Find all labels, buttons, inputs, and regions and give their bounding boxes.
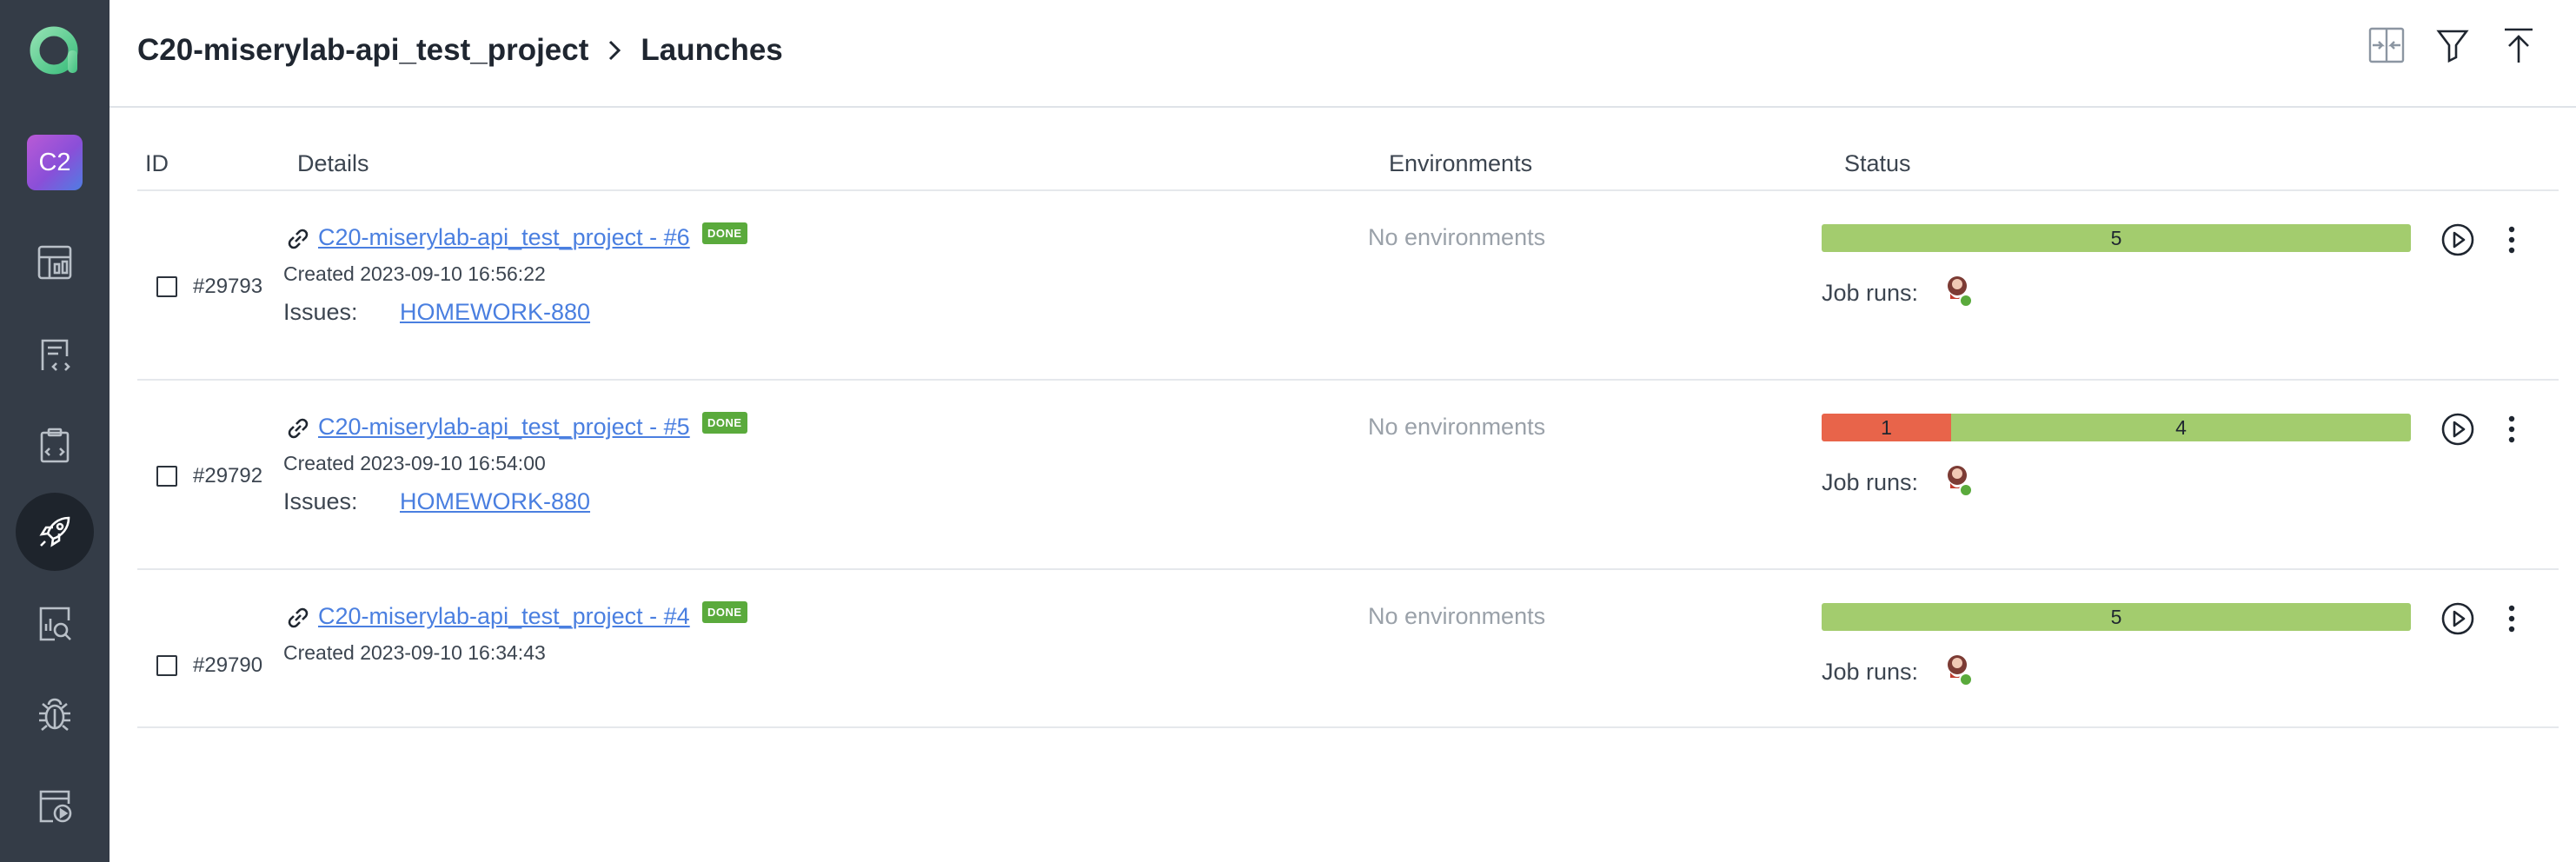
breadcrumb: C20-miserylab-api_test_project Launches xyxy=(137,33,783,68)
filter-icon[interactable] xyxy=(2433,23,2472,68)
more-options-icon[interactable] xyxy=(2506,222,2517,257)
column-header-id[interactable]: ID xyxy=(145,150,169,177)
row-checkbox[interactable] xyxy=(156,466,177,487)
page-header: C20-miserylab-api_test_project Launches xyxy=(110,0,2576,108)
passed-segment[interactable]: 5 xyxy=(1822,603,2411,631)
sidebar-item-launches[interactable] xyxy=(16,493,94,571)
breadcrumb-current-page: Launches xyxy=(641,33,783,67)
launch-id: #29790 xyxy=(193,653,263,677)
link-icon xyxy=(288,418,309,439)
results-bar[interactable]: 1 4 xyxy=(1822,414,2411,441)
jobs-icon xyxy=(39,790,72,823)
launch-title-link[interactable]: C20-miserylab-api_test_project - #5 xyxy=(318,414,690,441)
results-bar[interactable]: 5 xyxy=(1822,224,2411,252)
chevron-right-icon xyxy=(606,38,623,63)
issues-label: Issues: xyxy=(283,488,358,514)
job-run-avatar[interactable] xyxy=(1945,273,1973,308)
rerun-button[interactable] xyxy=(2440,412,2475,447)
defects-icon xyxy=(39,698,70,731)
table-header: ID Details Environments Status xyxy=(137,139,2559,191)
environment-text: No environments xyxy=(1368,414,1546,440)
issue-link[interactable]: HOMEWORK-880 xyxy=(400,488,590,515)
project-avatar[interactable]: C2 xyxy=(27,135,83,190)
row-checkbox[interactable] xyxy=(156,276,177,297)
sidebar-item-test-plans[interactable] xyxy=(16,406,94,484)
status-badge: DONE xyxy=(702,222,747,244)
failed-segment[interactable]: 1 xyxy=(1822,414,1952,441)
sidebar: C2 xyxy=(0,0,110,862)
table-row[interactable]: #29793 C20-miserylab-api_test_project - … xyxy=(137,191,2559,381)
passed-segment[interactable]: 4 xyxy=(1951,414,2411,441)
launch-id: #29793 xyxy=(193,275,263,298)
launches-table: ID Details Environments Status #29793 C2… xyxy=(137,139,2559,728)
test-cases-icon xyxy=(41,339,70,371)
issue-link[interactable]: HOMEWORK-880 xyxy=(400,299,590,326)
rerun-button[interactable] xyxy=(2440,601,2475,636)
environment-text: No environments xyxy=(1368,603,1546,629)
created-date: Created 2023-09-10 16:56:22 xyxy=(283,262,546,285)
column-header-details[interactable]: Details xyxy=(297,150,369,177)
more-options-icon[interactable] xyxy=(2506,412,2517,447)
job-runs-label: Job runs: xyxy=(1822,280,1919,306)
job-run-avatar[interactable] xyxy=(1945,462,1973,497)
launches-icon xyxy=(39,516,70,547)
passed-segment[interactable]: 5 xyxy=(1822,224,2411,252)
rerun-button[interactable] xyxy=(2440,222,2475,257)
status-badge: DONE xyxy=(702,412,747,434)
table-row[interactable]: #29790 C20-miserylab-api_test_project - … xyxy=(137,570,2559,728)
link-icon xyxy=(288,607,309,628)
sidebar-item-dashboards[interactable] xyxy=(16,223,94,302)
launch-title-link[interactable]: C20-miserylab-api_test_project - #4 xyxy=(318,603,690,630)
sidebar-item-defects[interactable] xyxy=(16,674,94,753)
status-badge: DONE xyxy=(702,601,747,623)
dashboards-icon xyxy=(37,245,72,280)
job-run-avatar[interactable] xyxy=(1945,652,1973,686)
table-row[interactable]: #29792 C20-miserylab-api_test_project - … xyxy=(137,381,2559,570)
job-runs-label: Job runs: xyxy=(1822,469,1919,495)
more-options-icon[interactable] xyxy=(2506,601,2517,636)
job-runs-label: Job runs: xyxy=(1822,659,1919,685)
created-date: Created 2023-09-10 16:54:00 xyxy=(283,452,546,474)
issues-label: Issues: xyxy=(283,299,358,325)
launch-title-link[interactable]: C20-miserylab-api_test_project - #6 xyxy=(318,224,690,251)
results-bar[interactable]: 5 xyxy=(1822,603,2411,631)
launch-id: #29792 xyxy=(193,464,263,487)
column-header-environments[interactable]: Environments xyxy=(1389,150,1532,177)
sidebar-item-jobs[interactable] xyxy=(16,766,94,845)
environment-text: No environments xyxy=(1368,224,1546,250)
column-header-status[interactable]: Status xyxy=(1844,150,1911,177)
compare-icon[interactable] xyxy=(2367,23,2406,68)
test-plans-icon xyxy=(40,428,70,463)
logo-icon[interactable] xyxy=(24,21,85,82)
analytics-icon xyxy=(39,607,71,641)
sidebar-item-test-cases[interactable] xyxy=(16,315,94,394)
export-icon[interactable] xyxy=(2500,23,2538,68)
breadcrumb-project[interactable]: C20-miserylab-api_test_project xyxy=(137,33,588,68)
created-date: Created 2023-09-10 16:34:43 xyxy=(283,641,546,664)
sidebar-item-analytics[interactable] xyxy=(16,585,94,663)
link-icon xyxy=(288,229,309,249)
row-checkbox[interactable] xyxy=(156,655,177,676)
